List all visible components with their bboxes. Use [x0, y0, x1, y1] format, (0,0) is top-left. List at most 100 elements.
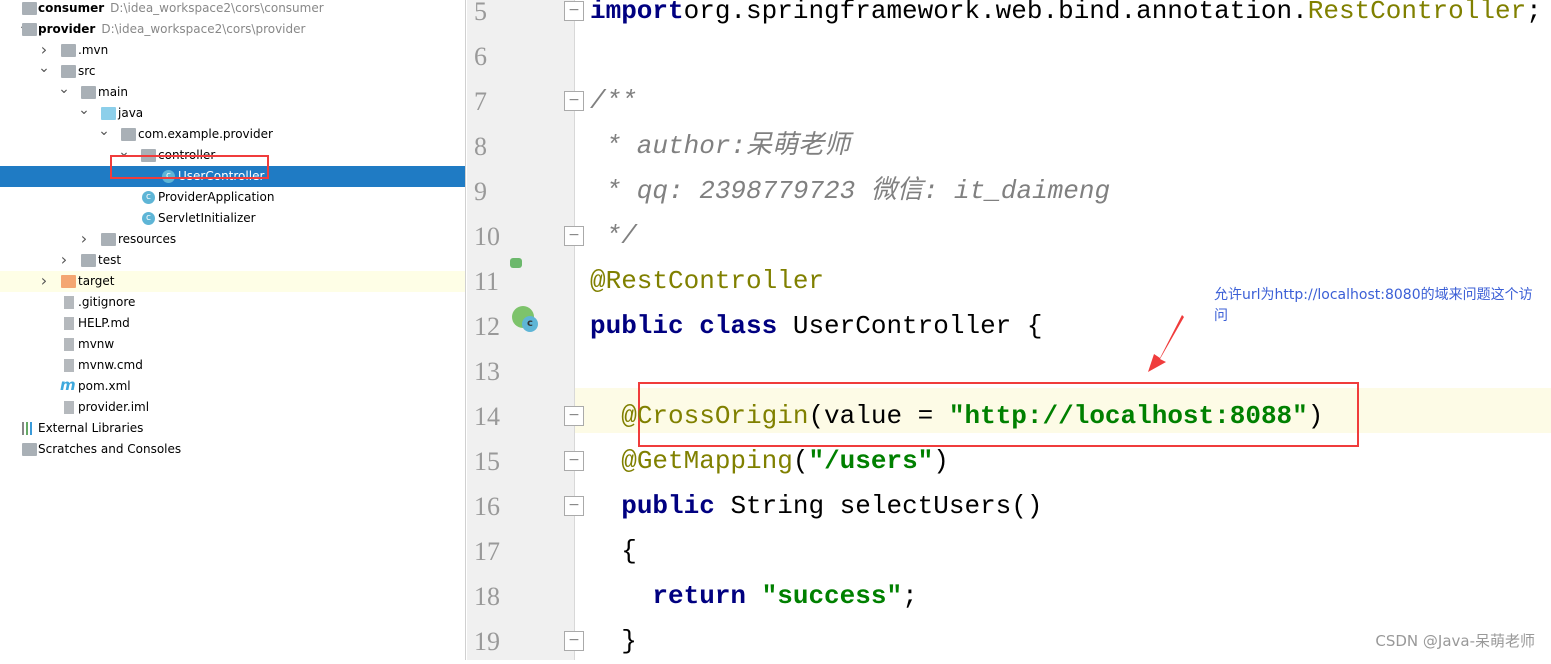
fold-toggle-icon[interactable]: − — [564, 1, 584, 21]
chevron-right-icon[interactable]: › — [58, 250, 70, 269]
tree-item-label: pom.xml — [78, 379, 131, 393]
code-line[interactable]: return "success"; — [590, 574, 917, 619]
tree-item-label: provider.iml — [78, 400, 150, 414]
chevron-down-icon[interactable]: ⌄ — [98, 124, 110, 138]
tree-item-label: mvnw — [78, 337, 115, 351]
package-icon — [121, 128, 136, 141]
tree-item[interactable]: › resources — [0, 229, 465, 250]
tree-item-label: consumer — [38, 1, 105, 15]
line-number: 6 — [474, 42, 487, 71]
tree-item-label: .mvn — [78, 43, 109, 57]
maven-icon: m — [60, 376, 76, 394]
code-token: */ — [590, 221, 637, 251]
code-token: @GetMapping — [621, 446, 793, 476]
spring-class-gutter-icon[interactable]: c — [512, 306, 538, 332]
code-token: import — [590, 0, 684, 26]
code-token: /** — [590, 86, 637, 116]
text-file-icon — [64, 338, 74, 351]
tree-item[interactable]: › .mvn — [0, 40, 465, 61]
code-token: org.springframework.web.bind.annotation. — [683, 0, 1308, 26]
tree-item[interactable]: .gitignore — [0, 292, 465, 313]
folder-icon — [81, 86, 96, 99]
tree-item[interactable]: ›External Libraries — [0, 418, 465, 439]
code-token: public class — [590, 311, 793, 341]
fold-toggle-icon[interactable]: − — [564, 451, 584, 471]
project-tree: › consumer D:\idea_workspace2\cors\consume… — [0, 0, 466, 660]
chevron-right-icon[interactable]: › — [38, 271, 50, 290]
code-line[interactable]: @RestController — [590, 259, 824, 304]
tree-item[interactable]: mvnw.cmd — [0, 355, 465, 376]
module-icon — [22, 2, 37, 15]
annotation-note: 允许url为http://localhost:8080的域来问题这个访问 — [1214, 287, 1533, 324]
code-token: } — [590, 626, 637, 656]
tree-item[interactable]: HELP.md — [0, 313, 465, 334]
code-token: "/users" — [808, 446, 934, 476]
fold-toggle-icon[interactable]: − — [564, 91, 584, 111]
line-number: 13 — [474, 357, 500, 386]
code-token: String selectUsers() — [730, 491, 1043, 521]
line-number: 10 — [474, 222, 500, 251]
folder-icon — [81, 254, 96, 267]
tree-item[interactable]: ⌄ com.example.provider — [0, 124, 465, 145]
code-line[interactable]: @CrossOrigin(value = "http://localhost:8… — [590, 394, 1323, 439]
bean-navigation-icon[interactable] — [510, 258, 522, 268]
text-file-icon — [64, 359, 74, 372]
tree-item-label: java — [118, 106, 144, 120]
tree-item[interactable]: c ServletInitializer — [0, 208, 465, 229]
code-line[interactable]: @GetMapping("/users") — [590, 439, 949, 484]
folder-icon — [61, 44, 76, 57]
tree-item-label: test — [98, 253, 122, 267]
code-line[interactable]: } — [590, 619, 637, 664]
line-number: 14 — [474, 402, 500, 431]
tree-item[interactable]: ›consumerD:\idea_workspace2\cors\consume… — [0, 0, 465, 19]
tree-item-label: HELP.md — [78, 316, 130, 330]
tree-item[interactable]: m pom.xml — [0, 376, 465, 397]
tree-item-label: com.example.provider — [138, 127, 273, 141]
tree-item[interactable]: Scratches and Consoles — [0, 439, 465, 460]
fold-toggle-icon[interactable]: − — [564, 496, 584, 516]
code-line[interactable]: importorg.springframework.web.bind.annot… — [590, 0, 1542, 34]
chevron-down-icon[interactable]: ⌄ — [38, 61, 50, 75]
scratches-icon — [22, 443, 37, 456]
tree-item[interactable]: provider.iml — [0, 397, 465, 418]
tree-item[interactable]: c ProviderApplication — [0, 187, 465, 208]
code-line[interactable]: * author:呆萌老师 — [590, 124, 850, 169]
tree-item[interactable]: › target — [0, 271, 465, 292]
tree-item[interactable]: › test — [0, 250, 465, 271]
tree-item[interactable]: ⌄ main — [0, 82, 465, 103]
tree-item-label: main — [98, 85, 128, 99]
line-number: 18 — [474, 582, 500, 611]
code-line[interactable]: public String selectUsers() — [590, 484, 1043, 529]
chevron-down-icon[interactable]: ⌄ — [78, 103, 90, 117]
code-token: ( — [792, 446, 809, 476]
chevron-down-icon[interactable]: ⌄ — [58, 82, 70, 96]
fold-toggle-icon[interactable]: − — [564, 631, 584, 651]
line-number: 7 — [474, 87, 487, 116]
code-token: ) — [933, 446, 949, 476]
code-line[interactable]: /** — [590, 79, 637, 124]
source-folder-icon — [101, 107, 116, 120]
code-token: @RestController — [590, 266, 825, 296]
code-line[interactable]: */ — [590, 214, 637, 259]
excluded-folder-icon — [61, 275, 76, 288]
chevron-right-icon[interactable]: › — [38, 40, 50, 59]
chevron-right-icon[interactable]: › — [78, 229, 90, 248]
iml-file-icon — [64, 401, 74, 414]
code-line[interactable]: * qq: 2398779723 微信: it_daimeng — [590, 169, 1110, 214]
highlight-box-tree — [110, 155, 269, 179]
code-token: "http://localhost:8088" — [948, 401, 1308, 431]
code-line[interactable]: { — [590, 529, 637, 574]
tree-item[interactable]: ⌄ src — [0, 61, 465, 82]
line-number: 8 — [474, 132, 487, 161]
fold-toggle-icon[interactable]: − — [564, 406, 584, 426]
tree-item[interactable]: ⌄ java — [0, 103, 465, 124]
fold-toggle-icon[interactable]: − — [564, 226, 584, 246]
code-token: RestController — [1307, 0, 1527, 26]
code-token: * author:呆萌老师 — [590, 131, 851, 161]
tree-item[interactable]: mvnw — [0, 334, 465, 355]
code-line[interactable]: public class UserController { — [590, 304, 1042, 349]
tree-item[interactable]: ⌄providerD:\idea_workspace2\cors\provide… — [0, 19, 465, 40]
code-token: ; — [1526, 0, 1542, 26]
